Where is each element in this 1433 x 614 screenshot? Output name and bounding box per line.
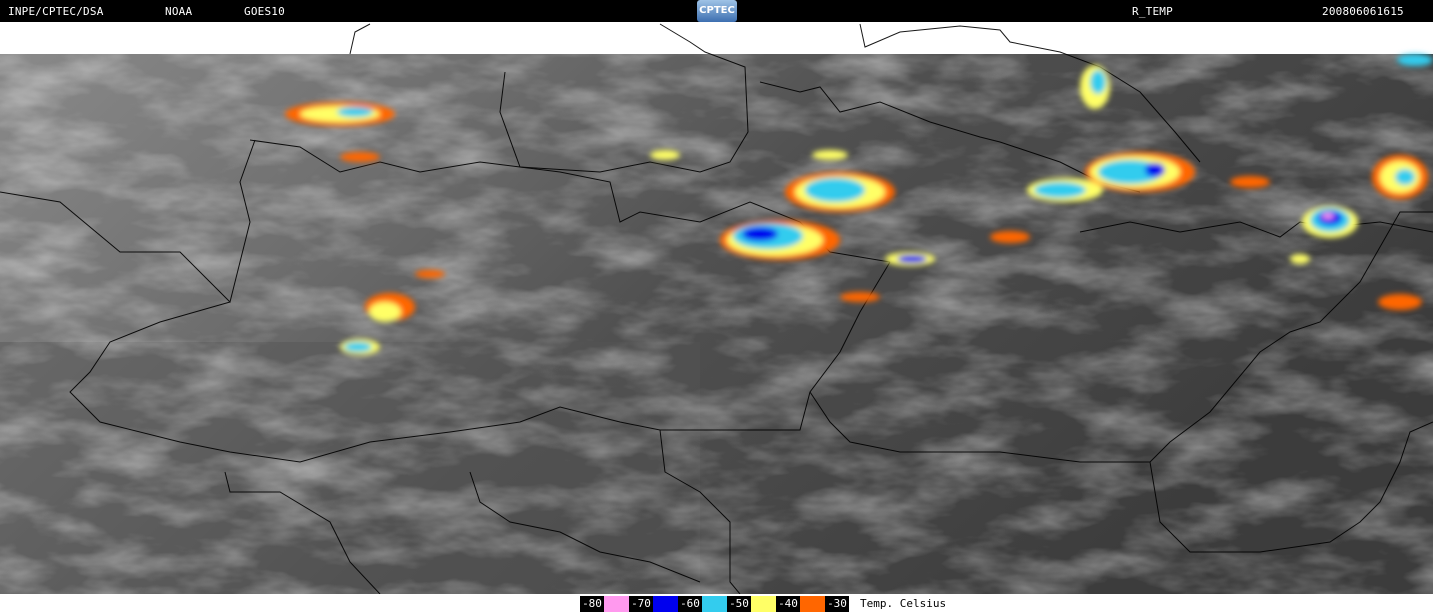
temperature-legend: -80 -70 -60 -50 -40 -30 Temp. Celsius (0, 594, 1433, 614)
legend-swatch (604, 596, 629, 612)
legend-swatch (653, 596, 678, 612)
legend-value: -30 (825, 596, 849, 612)
satellite-image (0, 23, 1433, 594)
legend-swatch (702, 596, 727, 612)
legend-unit: Temp. Celsius (860, 597, 947, 610)
legend-value: -70 (629, 596, 653, 612)
provider-label: NOAA (165, 5, 193, 18)
cptec-logo: CPTEC (697, 0, 737, 22)
legend-value: -80 (580, 596, 604, 612)
legend-value: -50 (727, 596, 751, 612)
agency-label: INPE/CPTEC/DSA (8, 5, 104, 18)
header-bar: INPE/CPTEC/DSA NOAA GOES10 CPTEC R_TEMP … (0, 0, 1433, 22)
product-label: R_TEMP (1132, 5, 1173, 18)
legend-swatch (800, 596, 825, 612)
legend-swatch (751, 596, 776, 612)
datetime-label: 200806061615 (1322, 5, 1404, 18)
legend-value: -60 (678, 596, 702, 612)
legend-value: -40 (776, 596, 800, 612)
satellite-label: GOES10 (244, 5, 285, 18)
